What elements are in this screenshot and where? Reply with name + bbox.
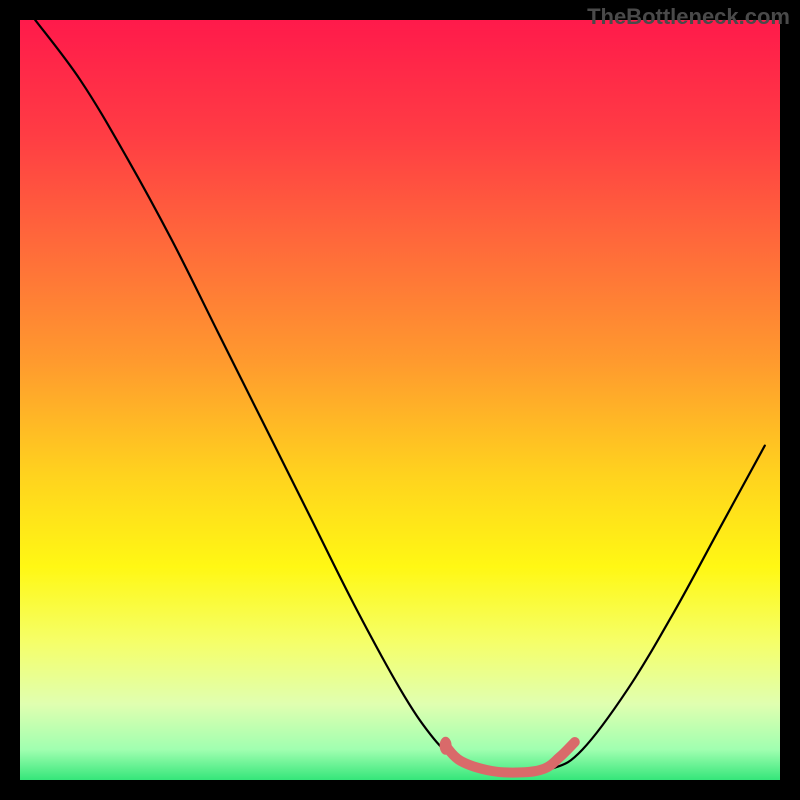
watermark-text: TheBottleneck.com [587, 4, 790, 30]
chart-container: TheBottleneck.com [0, 0, 800, 800]
plot-area [20, 20, 780, 780]
chart-background [20, 20, 780, 780]
series-highlight-dot-point [440, 737, 452, 755]
chart-svg [20, 20, 780, 780]
